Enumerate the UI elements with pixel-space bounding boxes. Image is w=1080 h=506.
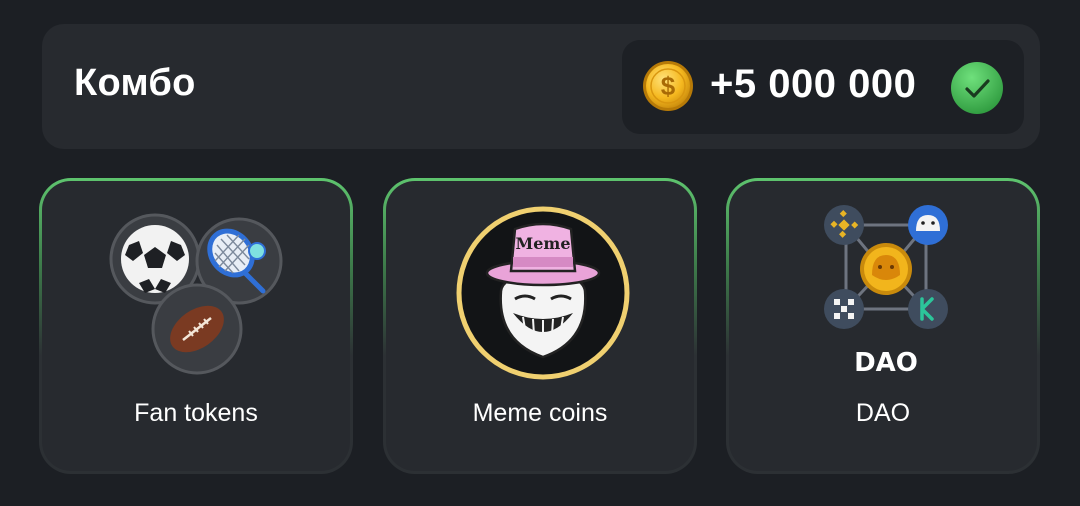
reward-pill: $ +5 000 000 bbox=[622, 40, 1024, 134]
combo-title: Комбо bbox=[74, 62, 196, 104]
card-fan-tokens[interactable]: Fan tokens bbox=[39, 178, 353, 474]
dao-network-icon: DAO bbox=[824, 205, 948, 378]
svg-text:$: $ bbox=[661, 71, 676, 101]
combo-panel: Комбо $ +5 000 000 bbox=[42, 24, 1040, 149]
card-meme-coins[interactable]: Meme Meme coins bbox=[383, 178, 697, 474]
dao-logo-text: DAO bbox=[854, 348, 918, 378]
gold-coin-icon: $ bbox=[643, 61, 693, 111]
card-dao[interactable]: DAO DAO bbox=[726, 178, 1040, 474]
card-label-meme-coins: Meme coins bbox=[472, 399, 608, 427]
card-label-dao: DAO bbox=[855, 399, 911, 427]
troll-face-meme-icon: Meme bbox=[456, 206, 630, 380]
card-label-fan-tokens: Fan tokens bbox=[134, 399, 258, 427]
check-circle-icon bbox=[951, 62, 1003, 114]
sports-balls-icon bbox=[109, 213, 283, 375]
reward-amount: +5 000 000 bbox=[710, 62, 917, 106]
meme-hat-text: Meme bbox=[516, 234, 571, 253]
